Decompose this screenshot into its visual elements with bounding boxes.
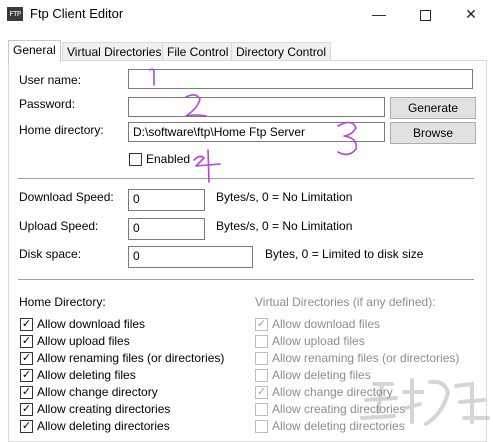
home-directory-label: Home directory: [19,123,104,137]
upload-speed-input[interactable]: 0 [128,218,205,240]
download-speed-label: Download Speed: [19,190,114,204]
permission-label: Allow download files [272,317,381,331]
separator [18,178,474,180]
permission-label: Allow change directory [272,385,393,399]
password-input[interactable] [128,97,385,117]
browse-button[interactable]: Browse [390,122,476,144]
enabled-label: Enabled [146,152,191,166]
permission-label: Allow download files [37,317,146,331]
password-label: Password: [19,97,76,111]
app-icon: FTP [7,7,23,21]
permission-label: Allow creating directories [37,402,171,416]
permission-checkbox [255,369,268,382]
download-speed-hint: Bytes/s, 0 = No Limitation [216,190,353,204]
permission-checkbox[interactable]: ✓ [20,403,33,416]
permission-checkbox[interactable]: ✓ [20,352,33,365]
generate-button[interactable]: Generate [390,97,476,119]
permission-checkbox[interactable]: ✓ [20,420,33,433]
disk-space-input[interactable]: 0 [128,246,253,268]
permission-label: Allow upload files [37,334,130,348]
upload-speed-hint: Bytes/s, 0 = No Limitation [216,219,353,233]
permission-label: Allow deleting directories [272,419,405,433]
permission-checkbox[interactable]: ✓ [20,386,33,399]
maximize-button[interactable] [402,0,448,28]
tab-virtual-directories[interactable]: Virtual Directories [62,42,167,61]
permission-checkbox [255,420,268,433]
tab-file-control[interactable]: File Control [162,42,234,61]
home-permissions-title: Home Directory: [19,295,106,309]
permission-checkbox [255,352,268,365]
permission-checkbox[interactable]: ✓ [20,369,33,382]
permission-checkbox [255,403,268,416]
minimize-button[interactable]: — [356,0,402,28]
permission-label: Allow creating directories [272,402,406,416]
disk-space-hint: Bytes, 0 = Limited to disk size [265,247,424,261]
user-name-input[interactable] [128,69,473,89]
permission-label: Allow renaming files (or directories) [37,351,225,365]
permission-label: Allow upload files [272,334,365,348]
permission-checkbox[interactable]: ✓ [20,335,33,348]
title-bar: FTP Ftp Client Editor — ✕ [0,0,493,30]
home-directory-input[interactable]: D:\software\ftp\Home Ftp Server [128,122,385,142]
user-name-label: User name: [19,73,82,87]
permission-label: Allow deleting directories [37,419,170,433]
tab-general[interactable]: General [8,40,61,62]
permission-label: Allow deleting files [272,368,371,382]
permission-checkbox: ✓ [255,318,268,331]
permission-checkbox[interactable]: ✓ [20,318,33,331]
permission-checkbox: ✓ [255,386,268,399]
permission-checkbox [255,335,268,348]
permission-label: Allow renaming files (or directories) [272,351,460,365]
enabled-checkbox[interactable] [129,153,142,166]
close-button[interactable]: ✕ [448,0,493,28]
disk-space-label: Disk space: [19,247,82,261]
permission-label: Allow deleting files [37,368,136,382]
permission-label: Allow change directory [37,385,158,399]
upload-speed-label: Upload Speed: [19,219,99,233]
tab-directory-control[interactable]: Directory Control [231,42,332,61]
download-speed-input[interactable]: 0 [128,189,205,211]
maximize-icon [419,9,431,21]
virtual-permissions-title: Virtual Directories (if any defined): [255,295,436,309]
separator [18,279,474,281]
window-title: Ftp Client Editor [30,6,124,21]
